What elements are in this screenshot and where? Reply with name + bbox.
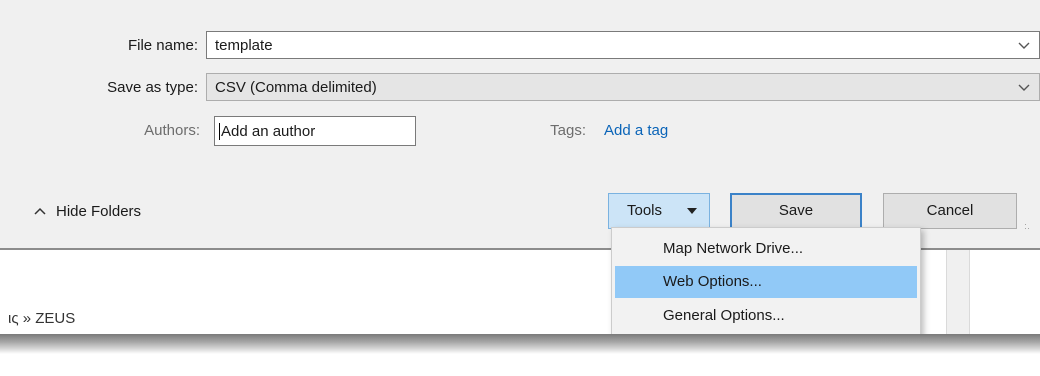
- save-as-type-combobox[interactable]: CSV (Comma delimited): [206, 73, 1040, 101]
- hide-folders-label: Hide Folders: [56, 203, 142, 220]
- breadcrumb[interactable]: ις » ZEUS: [8, 310, 75, 327]
- chevron-down-icon[interactable]: [1017, 80, 1031, 94]
- tools-button[interactable]: Tools: [608, 193, 710, 229]
- tags-label: Tags:: [550, 122, 586, 139]
- cancel-label: Cancel: [926, 202, 974, 219]
- window-bottom-shadow: [0, 334, 1040, 354]
- tools-label: Tools: [627, 202, 663, 219]
- cancel-button[interactable]: Cancel: [883, 193, 1017, 229]
- save-as-type-value[interactable]: CSV (Comma delimited): [215, 79, 377, 96]
- chevron-down-icon[interactable]: [1017, 38, 1031, 52]
- add-tag-link[interactable]: Add a tag: [604, 122, 668, 139]
- menu-item-map-network-drive[interactable]: Map Network Drive...: [615, 233, 917, 265]
- tools-menu: Map Network Drive... Web Options... Gene…: [611, 227, 921, 339]
- authors-label: Authors:: [144, 122, 200, 139]
- file-name-combobox[interactable]: template: [206, 31, 1040, 59]
- menu-item-web-options[interactable]: Web Options...: [615, 266, 917, 298]
- file-name-value[interactable]: template: [215, 37, 273, 54]
- save-button[interactable]: Save: [730, 193, 862, 229]
- resize-grip[interactable]: · ··: [1024, 220, 1034, 234]
- save-label: Save: [778, 202, 814, 219]
- chevron-up-icon: [34, 207, 46, 215]
- authors-input[interactable]: Add an author: [214, 116, 416, 146]
- menu-item-general-options[interactable]: General Options...: [615, 300, 917, 332]
- caret-down-icon: [687, 208, 697, 214]
- save-dialog: File name: template Save as type: CSV (C…: [0, 0, 1040, 250]
- save-as-type-label: Save as type:: [107, 79, 198, 96]
- authors-value[interactable]: Add an author: [219, 123, 315, 140]
- vertical-scrollbar[interactable]: [946, 250, 970, 334]
- file-name-label: File name:: [127, 37, 198, 54]
